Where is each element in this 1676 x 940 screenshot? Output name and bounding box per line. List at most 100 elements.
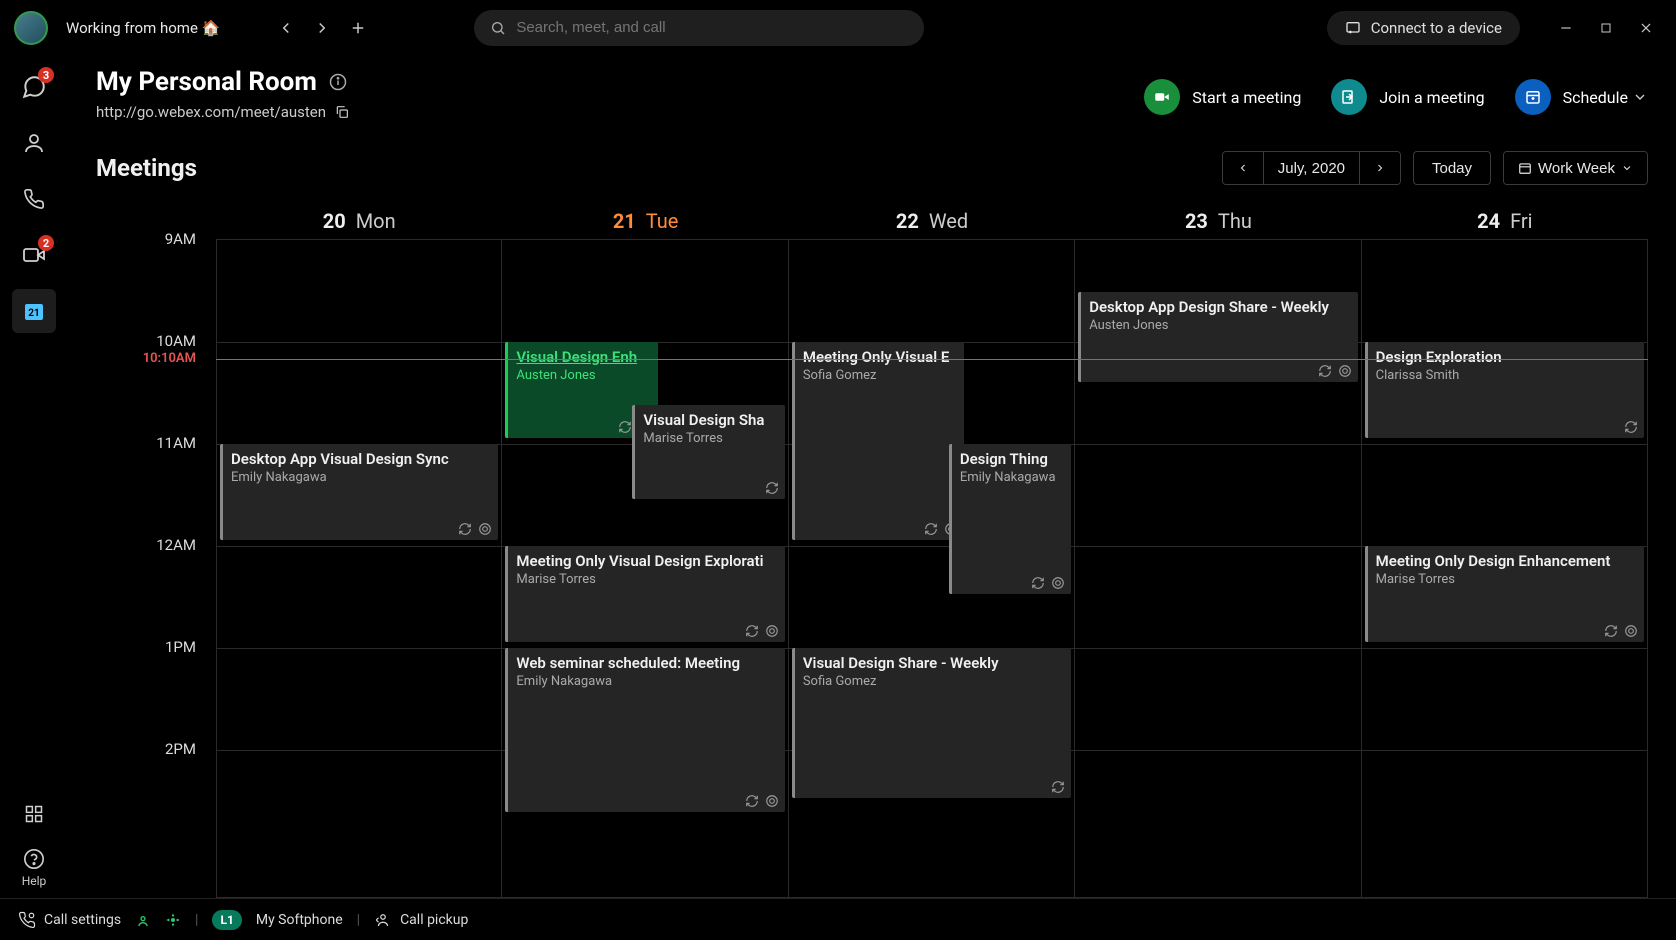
day-name: Tue [646,209,679,233]
sidebar-item-apps[interactable] [12,792,56,836]
call-settings-button[interactable]: Call settings [18,911,121,929]
room-url[interactable]: http://go.webex.com/meet/austen [96,103,326,121]
person-icon [22,131,46,155]
day-column[interactable]: Desktop App Design Share - WeeklyAusten … [1075,239,1361,898]
sidebar-item-meetings[interactable]: 2 [12,233,56,277]
cast-icon [1345,20,1361,36]
window-minimize-button[interactable] [1550,12,1582,44]
join-meeting-button[interactable]: Join a meeting [1331,79,1484,115]
time-label: 2PM [96,740,216,842]
event-host: Marise Torres [516,572,776,587]
event-title: Design Exploration [1376,348,1636,366]
day-name: Mon [356,209,396,233]
avatar[interactable] [14,11,48,45]
today-button[interactable]: Today [1413,151,1491,185]
prev-month-button[interactable] [1223,152,1264,184]
day-name: Fri [1510,209,1532,233]
sidebar-item-calendar[interactable]: 21 [12,289,56,333]
recur-icon [765,481,779,495]
window-close-button[interactable] [1630,12,1662,44]
sidebar-item-contacts[interactable] [12,121,56,165]
day-number: 20 [323,209,346,233]
info-icon[interactable] [329,73,347,91]
help-label: Help [22,874,47,888]
recur-icon [458,522,472,536]
calendar-icon: 21 [22,299,46,323]
sidebar-item-messages[interactable]: 3 [12,65,56,109]
day-header[interactable]: 24Fri [1362,203,1648,239]
event-icons [1031,576,1065,590]
recur-icon [1031,576,1045,590]
join-icon [1340,88,1358,106]
day-column[interactable]: Design ExplorationClarissa Smith Meeting … [1362,239,1648,898]
nav-forward-button[interactable] [306,12,338,44]
space-icon [765,624,779,638]
recur-icon [1318,364,1332,378]
event-host: Marise Torres [643,431,776,446]
event-icons [1318,364,1352,378]
next-month-button[interactable] [1360,152,1400,184]
calendar-event[interactable]: Web seminar scheduled: MeetingEmily Naka… [505,648,784,812]
softphone-label[interactable]: My Softphone [256,912,343,928]
sidebar-item-help[interactable]: Help [22,848,47,898]
start-meeting-label: Start a meeting [1192,88,1301,107]
event-title: Visual Design Share - Weekly [803,654,1063,672]
video-solid-icon [1153,88,1171,106]
calendar-event[interactable]: Desktop App Design Share - WeeklyAusten … [1078,292,1357,382]
view-selector[interactable]: Work Week [1504,152,1647,184]
day-header[interactable]: 22Wed [789,203,1075,239]
event-icons [458,522,492,536]
connect-device-label: Connect to a device [1371,19,1502,37]
calendar-event[interactable]: Design ExplorationClarissa Smith [1365,342,1644,438]
chevron-down-icon [1632,89,1648,105]
space-icon [1624,624,1638,638]
meetings-heading: Meetings [96,154,197,182]
day-number: 21 [613,209,636,233]
new-tab-button[interactable] [342,12,374,44]
day-header[interactable]: 23Thu [1075,203,1361,239]
calendar-event[interactable]: Visual Design Share - WeeklySofia Gomez [792,648,1071,798]
search-input[interactable] [516,19,908,36]
calendar-event[interactable]: Meeting Only Visual Design Explorati Mari… [505,546,784,642]
presence-status[interactable]: Working from home 🏠 [66,19,220,37]
messages-badge: 3 [38,67,54,83]
chevron-down-icon [1621,162,1633,174]
sidebar-item-calls[interactable] [12,177,56,221]
calendar-event[interactable]: Meeting Only Design EnhancementMarise To… [1365,546,1644,642]
meetings-badge: 2 [38,235,54,251]
call-pickup-button[interactable]: Call pickup [374,911,468,929]
calendar-event[interactable]: Meeting Only Visual ESofia Gomez [792,342,964,540]
event-title: Meeting Only Visual Design Explorati [516,552,776,570]
audio-status-icon[interactable] [135,912,151,928]
month-label[interactable]: July, 2020 [1264,152,1360,184]
line-badge[interactable]: L1 [212,910,241,930]
time-label: 10AM [96,332,216,434]
signal-status-icon[interactable] [165,912,181,928]
start-meeting-button[interactable]: Start a meeting [1144,79,1301,115]
copy-icon[interactable] [334,104,350,120]
calendar-event[interactable]: Design ThingEmily Nakagawa [949,444,1071,594]
day-header[interactable]: 21 Tue [502,203,788,239]
day-column[interactable]: Desktop App Visual Design SyncEmily Naka… [216,239,502,898]
day-column[interactable]: Visual Design EnhAusten JonesVisual Desi… [502,239,788,898]
recur-icon [745,624,759,638]
connect-device-button[interactable]: Connect to a device [1327,11,1520,45]
space-icon [765,794,779,808]
window-maximize-button[interactable] [1590,12,1622,44]
calendar-event[interactable]: Visual Design ShaMarise Torres [632,405,784,499]
event-host: Emily Nakagawa [960,470,1063,485]
svg-text:21: 21 [28,308,39,319]
day-number: 23 [1185,209,1208,233]
day-column[interactable]: Meeting Only Visual ESofia GomezDesign T… [789,239,1075,898]
recur-icon [1624,420,1638,434]
time-label: 12AM [96,536,216,638]
nav-back-button[interactable] [270,12,302,44]
search-icon [490,20,506,36]
day-header[interactable]: 20 Mon [216,203,502,239]
recur-icon [1051,780,1065,794]
schedule-button[interactable]: Schedule [1515,79,1648,115]
search-box[interactable] [474,10,924,46]
event-title: Visual Design Enh [516,348,649,366]
calendar-event[interactable]: Desktop App Visual Design SyncEmily Naka… [220,444,498,540]
event-host: Marise Torres [1376,572,1636,587]
